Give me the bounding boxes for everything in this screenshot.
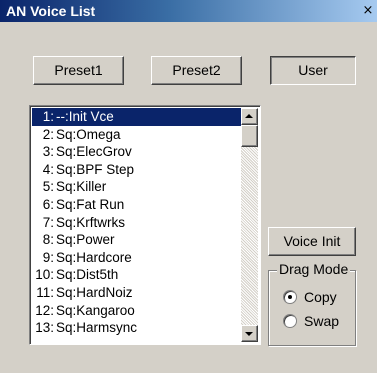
list-item[interactable]: 3: Sq:ElecGrov	[32, 143, 241, 161]
list-item[interactable]: 12: Sq:Kangaroo	[32, 302, 241, 320]
radio-copy-label: Copy	[304, 289, 337, 305]
list-item-number: 9:	[42, 249, 54, 265]
list-item[interactable]: 7: Sq:Krftwrks	[32, 214, 241, 232]
preset2-button[interactable]: Preset2	[151, 56, 242, 85]
voice-list-items: 1: --:Init Vce 2: Sq:Omega 3: Sq:ElecGrov 4: Sq…	[32, 108, 241, 337]
list-item-number: 8:	[42, 232, 54, 248]
radio-swap-indicator[interactable]	[283, 314, 297, 328]
drag-mode-group: Drag Mode Copy Swap	[268, 261, 356, 346]
list-item-name: Sq:Power	[56, 232, 115, 248]
voice-listbox[interactable]: 1: --:Init Vce 2: Sq:Omega 3: Sq:ElecGrov 4: Sq…	[29, 105, 261, 345]
list-item-name: --:Init Vce	[56, 109, 114, 124]
list-item[interactable]: 2: Sq:Omega	[32, 126, 241, 144]
list-item[interactable]: 13: Sq:Harmsync	[32, 319, 241, 337]
radio-selected-dot	[288, 295, 292, 299]
list-item-number: 2:	[42, 126, 54, 142]
drag-mode-label: Drag Mode	[277, 261, 351, 277]
list-item-number: 12:	[35, 302, 54, 318]
list-item-number: 5:	[42, 179, 54, 195]
radio-swap[interactable]: Swap	[283, 313, 339, 331]
title-bar[interactable]: AN Voice List ×	[0, 0, 377, 22]
vertical-scrollbar[interactable]	[241, 108, 258, 342]
list-item-name: Sq:ElecGrov	[56, 144, 132, 160]
list-item-number: 11:	[36, 284, 54, 300]
list-item[interactable]: 10: Sq:Dist5th	[32, 266, 241, 284]
list-item[interactable]: 6: Sq:Fat Run	[32, 196, 241, 214]
preset1-button[interactable]: Preset1	[33, 56, 124, 85]
window-title: AN Voice List	[6, 3, 96, 19]
list-item-number: 13:	[35, 320, 54, 336]
arrow-up-icon	[245, 114, 253, 118]
radio-copy[interactable]: Copy	[283, 289, 337, 307]
list-item-name: Sq:Killer	[56, 179, 107, 195]
list-item[interactable]: 1: --:Init Vce	[32, 108, 241, 126]
list-item-number: 6:	[42, 196, 54, 212]
list-item[interactable]: 4: Sq:BPF Step	[32, 161, 241, 179]
list-item-number: 7:	[42, 214, 54, 230]
scroll-thumb[interactable]	[241, 125, 258, 147]
close-icon[interactable]: ×	[361, 4, 375, 18]
list-item-name: Sq:Hardcore	[56, 249, 132, 265]
list-item[interactable]: 5: Sq:Killer	[32, 178, 241, 196]
list-item-number: 1:	[42, 109, 54, 124]
list-item-name: Sq:Dist5th	[56, 267, 119, 283]
arrow-down-icon	[245, 332, 253, 336]
radio-copy-indicator[interactable]	[283, 290, 297, 304]
list-item-name: Sq:BPF Step	[56, 161, 135, 177]
list-item-name: Sq:Kangaroo	[56, 302, 135, 318]
list-item[interactable]: 11: Sq:HardNoiz	[32, 284, 241, 302]
list-item-name: Sq:Omega	[56, 126, 121, 142]
list-item-number: 3:	[42, 144, 54, 160]
list-item-name: Sq:Fat Run	[56, 196, 125, 212]
list-item-name: Sq:HardNoiz	[56, 284, 133, 300]
list-item-name: Sq:Harmsync	[56, 320, 138, 336]
radio-swap-label: Swap	[304, 313, 340, 329]
scroll-up-button[interactable]	[241, 108, 258, 125]
list-item-number: 4:	[42, 161, 54, 177]
user-button[interactable]: User	[270, 56, 356, 85]
list-item-name: Sq:Krftwrks	[56, 214, 126, 230]
voice-list-window: AN Voice List × Preset1 Preset2 User 1: -…	[0, 0, 377, 373]
voice-init-button[interactable]: Voice Init	[268, 227, 356, 256]
list-item[interactable]: 8: Sq:Power	[32, 231, 241, 249]
list-item-number: 10:	[35, 267, 54, 283]
scroll-down-button[interactable]	[241, 325, 258, 342]
list-item[interactable]: 9: Sq:Hardcore	[32, 249, 241, 267]
